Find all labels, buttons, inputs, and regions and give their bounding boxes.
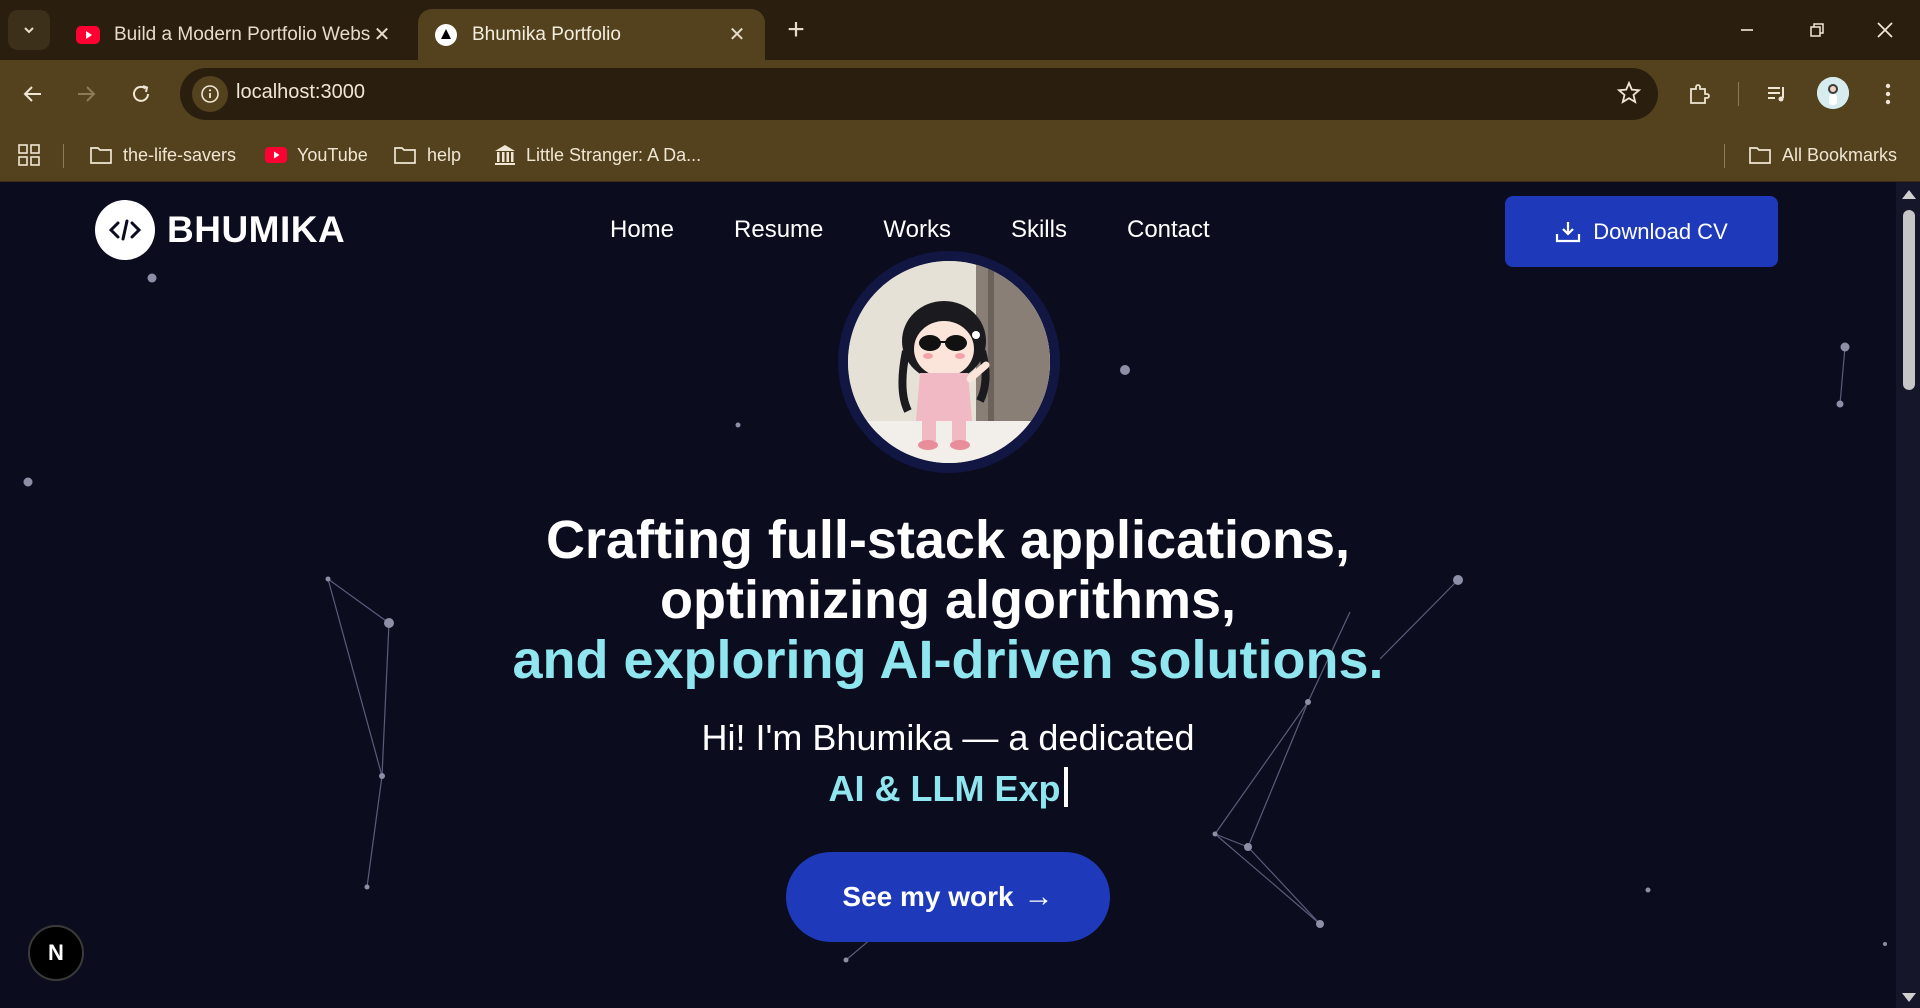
- browser-toolbar: localhost:3000: [0, 60, 1920, 128]
- nav-contact[interactable]: Contact: [1127, 216, 1210, 244]
- bookmark-the-life-savers[interactable]: the-life-savers: [89, 128, 236, 182]
- tab-youtube[interactable]: Build a Modern Portfolio Website ✕: [60, 9, 410, 60]
- nav-works[interactable]: Works: [883, 216, 951, 244]
- close-icon[interactable]: ✕: [370, 23, 394, 47]
- nav-skills[interactable]: Skills: [1011, 216, 1067, 244]
- page-scrollbar[interactable]: [1896, 182, 1920, 1008]
- youtube-icon: [265, 147, 287, 163]
- media-controls-button[interactable]: [1759, 76, 1795, 112]
- arrow-left-icon: [23, 86, 41, 102]
- apps-grid-icon: [18, 144, 40, 166]
- hero-intro: Hi! I'm Bhumika — a dedicated: [701, 717, 1195, 758]
- close-window-button[interactable]: [1850, 0, 1920, 60]
- nav-home[interactable]: Home: [610, 216, 674, 244]
- site-info-icon[interactable]: [192, 76, 228, 112]
- bookmark-star-icon[interactable]: [1616, 80, 1642, 111]
- bookmark-help[interactable]: help: [393, 128, 461, 182]
- url-text: localhost:3000: [236, 81, 365, 103]
- all-bookmarks-button[interactable]: All Bookmarks: [1748, 128, 1897, 182]
- playlist-icon: [1768, 87, 1784, 102]
- hero-headline: Crafting full-stack applications, optimi…: [0, 510, 1896, 690]
- restore-icon: [1810, 23, 1824, 37]
- arrow-right-icon: [78, 86, 96, 102]
- logo-text: BHUMIKA: [167, 209, 346, 250]
- profile-photo: [848, 261, 1050, 463]
- see-my-work-label: See my work: [842, 881, 1014, 912]
- folder-icon: [1748, 145, 1772, 165]
- download-cv-button[interactable]: Download CV: [1505, 196, 1778, 267]
- all-bookmarks-label: All Bookmarks: [1782, 144, 1898, 165]
- bookmark-youtube[interactable]: YouTube: [265, 128, 368, 182]
- tab-portfolio[interactable]: Bhumika Portfolio ✕: [418, 9, 765, 60]
- scroll-down-arrow[interactable]: [1902, 993, 1916, 1002]
- nextjs-icon: [434, 23, 458, 47]
- site-logo[interactable]: BHUMIKA: [95, 200, 345, 260]
- minimize-button[interactable]: [1712, 0, 1782, 60]
- restore-button[interactable]: [1782, 0, 1852, 60]
- menu-button[interactable]: [1870, 76, 1906, 112]
- puzzle-icon: [1690, 84, 1710, 104]
- museum-icon: [494, 144, 516, 166]
- close-icon: [1877, 22, 1893, 38]
- portfolio-page: BHUMIKA Home Resume Works Skills Contact…: [0, 182, 1896, 1008]
- typing-caret: [1063, 767, 1068, 807]
- more-vertical-icon: [1885, 83, 1891, 105]
- nav-resume[interactable]: Resume: [734, 216, 823, 244]
- tab-title: Bhumika Portfolio: [472, 23, 621, 45]
- extensions-button[interactable]: [1681, 76, 1717, 112]
- see-my-work-button[interactable]: See my work →: [786, 852, 1110, 942]
- headline-line-1: Crafting full-stack applications,: [545, 510, 1351, 570]
- close-icon[interactable]: ✕: [725, 23, 749, 47]
- address-bar[interactable]: localhost:3000: [180, 68, 1658, 120]
- folder-icon: [89, 145, 113, 165]
- reload-icon: [133, 85, 149, 102]
- typed-role: AI & LLM Exp: [828, 768, 1061, 809]
- download-icon: [1555, 220, 1581, 244]
- headline-line-3: and exploring AI-driven solutions.: [512, 630, 1384, 690]
- profile-photo-frame: [838, 251, 1060, 473]
- bookmark-label: Little Stranger: A Da...: [526, 144, 702, 165]
- scroll-thumb[interactable]: [1903, 210, 1915, 390]
- download-cv-label: Download CV: [1593, 218, 1728, 244]
- new-tab-button[interactable]: +: [778, 12, 814, 48]
- reload-button[interactable]: [123, 76, 159, 112]
- chevron-down-icon: [24, 27, 34, 34]
- arrow-right-icon: →: [1023, 880, 1054, 913]
- tab-strip: Build a Modern Portfolio Website ✕ Bhumi…: [0, 0, 1920, 60]
- folder-icon: [393, 145, 417, 165]
- tab-search-button[interactable]: [8, 10, 50, 50]
- bookmark-label: the-life-savers: [123, 144, 237, 165]
- bookmarks-bar: the-life-savers YouTube help Little Stra…: [0, 128, 1920, 182]
- minimize-icon: [1741, 29, 1753, 31]
- tab-title: Build a Modern Portfolio Website: [114, 23, 370, 45]
- bookmark-separator: [1724, 144, 1725, 168]
- back-button[interactable]: [15, 76, 51, 112]
- headline-line-2: optimizing algorithms,: [660, 570, 1236, 630]
- nextjs-dev-badge[interactable]: N: [28, 925, 84, 981]
- scroll-up-arrow[interactable]: [1902, 190, 1916, 199]
- typewriter-text: AI & LLM Exp: [0, 767, 1896, 810]
- toolbar-separator: [1738, 82, 1739, 106]
- youtube-icon: [76, 23, 100, 47]
- apps-button[interactable]: [18, 128, 40, 182]
- forward-button[interactable]: [68, 76, 104, 112]
- bookmark-separator: [63, 144, 64, 168]
- code-icon: [95, 200, 155, 260]
- main-nav: Home Resume Works Skills Contact: [610, 216, 1270, 244]
- profile-avatar[interactable]: [1817, 77, 1849, 109]
- bookmark-little-stranger[interactable]: Little Stranger: A Da...: [494, 128, 701, 182]
- bookmark-label: help: [427, 144, 462, 165]
- bookmark-label: YouTube: [297, 144, 368, 165]
